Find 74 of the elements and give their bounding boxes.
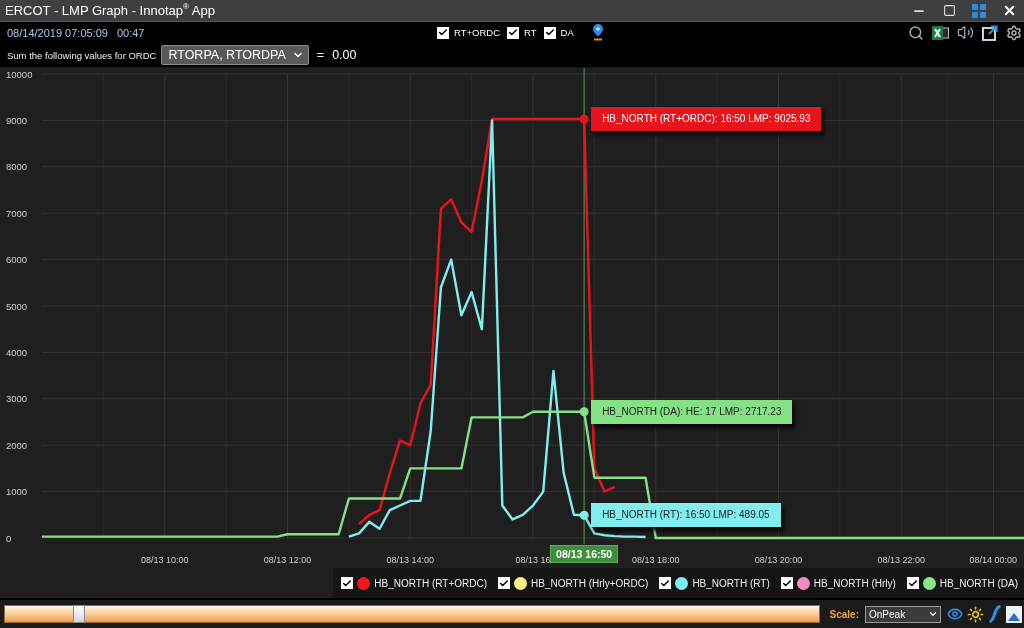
window-title: ERCOT - LMP Graph - Innotap$^{®}$ App xyxy=(5,2,215,19)
y-axis-label: 9000 xyxy=(6,114,28,126)
point-marker xyxy=(579,407,589,417)
x-axis-label: 08/13 10:00 xyxy=(141,555,189,565)
checkbox[interactable] xyxy=(906,577,919,589)
x-axis-label: 08/13 12:00 xyxy=(263,555,312,565)
sun-icon[interactable] xyxy=(967,605,984,623)
checkbox[interactable] xyxy=(543,26,556,39)
equals-sign: = xyxy=(316,48,325,62)
checkbox[interactable] xyxy=(507,26,519,39)
x-axis-label: 08/13 16 xyxy=(515,555,551,565)
timestamp: 08/14/2019 07:05:09 xyxy=(7,26,108,39)
search-icon[interactable] xyxy=(908,24,924,41)
checkmark-icon xyxy=(438,27,448,38)
speaker-icon[interactable] xyxy=(957,24,974,41)
checkbox[interactable] xyxy=(437,26,449,39)
range-track[interactable] xyxy=(4,605,820,623)
eye-icon[interactable] xyxy=(947,606,963,622)
checkmark-icon xyxy=(342,577,353,589)
data-tooltip: HB_NORTH (RT+ORDC): 16:50 LMP: 9025.93 xyxy=(591,107,822,131)
y-axis-label: 6000 xyxy=(6,254,28,266)
grid-icon[interactable] xyxy=(972,3,986,18)
location-pin-icon[interactable] xyxy=(592,24,603,41)
checkmark-icon xyxy=(544,27,555,38)
x-axis-label: 08/13 20:00 xyxy=(754,555,803,565)
ordc-dropdown[interactable]: RTORPA, RTORDPA xyxy=(161,45,309,65)
elapsed-time: 00:47 xyxy=(116,26,145,39)
y-axis-label: 1000 xyxy=(6,486,28,498)
checkbox[interactable] xyxy=(341,577,354,589)
y-axis-label: 8000 xyxy=(6,161,28,173)
range-handle[interactable] xyxy=(73,605,85,623)
crosshair-time-label: 08/13 16:50 xyxy=(550,545,619,563)
point-marker xyxy=(579,114,589,124)
y-axis-label: 7000 xyxy=(6,207,28,219)
x-axis-label: 08/13 14:00 xyxy=(386,555,434,565)
data-tooltip: HB_NORTH (RT): 16:50 LMP: 489.05 xyxy=(591,503,781,528)
ordc-label: Sum the following values for ORDC xyxy=(7,49,157,61)
x-axis-label: 08/14 00:00 xyxy=(969,555,1018,565)
ordc-total: 0.00 xyxy=(332,48,357,62)
y-axis-label: 0 xyxy=(6,532,12,544)
filter-label: DA xyxy=(560,27,574,38)
data-tooltip: HB_NORTH (DA): HE: 17 LMP: 2717.23 xyxy=(591,399,793,424)
checkmark-icon xyxy=(781,577,792,589)
x-axis-label: 08/13 18:00 xyxy=(632,555,680,565)
scale-label: Scale: xyxy=(829,608,859,620)
y-axis-label: 4000 xyxy=(6,346,28,358)
curve-icon[interactable] xyxy=(988,605,1002,623)
point-marker xyxy=(579,510,589,520)
legend-label: HB_NORTH (Hrly) xyxy=(813,577,896,589)
x-axis-label: 08/13 22:00 xyxy=(877,555,925,565)
spreadsheet-icon[interactable] xyxy=(932,24,949,41)
checkmark-icon xyxy=(508,27,518,38)
legend-label: HB_NORTH (DA) xyxy=(939,577,1018,589)
legend-label: HB_NORTH (RT) xyxy=(692,577,770,589)
y-axis-label: 3000 xyxy=(6,393,28,405)
filter-label: RT xyxy=(524,27,537,38)
settings-icon[interactable] xyxy=(1006,24,1022,41)
scale-dropdown[interactable]: OnPeak xyxy=(865,605,941,623)
checkbox[interactable] xyxy=(498,577,511,589)
filter-label: RT+ORDC xyxy=(454,27,500,38)
y-axis-label: 10000 xyxy=(6,68,33,80)
checkmark-icon xyxy=(499,577,510,589)
y-axis-label: 2000 xyxy=(6,439,28,451)
maximize-icon[interactable] xyxy=(942,4,956,17)
checkbox[interactable] xyxy=(780,577,793,589)
checkmark-icon xyxy=(907,577,918,589)
y-axis-label: 5000 xyxy=(6,300,28,312)
area-chart-icon[interactable] xyxy=(1006,605,1022,623)
checkbox[interactable] xyxy=(659,577,672,589)
external-link-icon[interactable] xyxy=(982,24,998,41)
caret-icon xyxy=(928,609,938,619)
legend-label: HB_NORTH (RT+ORDC) xyxy=(374,577,488,589)
checkmark-icon xyxy=(660,577,671,589)
legend-label: HB_NORTH (Hrly+ORDC) xyxy=(531,577,649,589)
